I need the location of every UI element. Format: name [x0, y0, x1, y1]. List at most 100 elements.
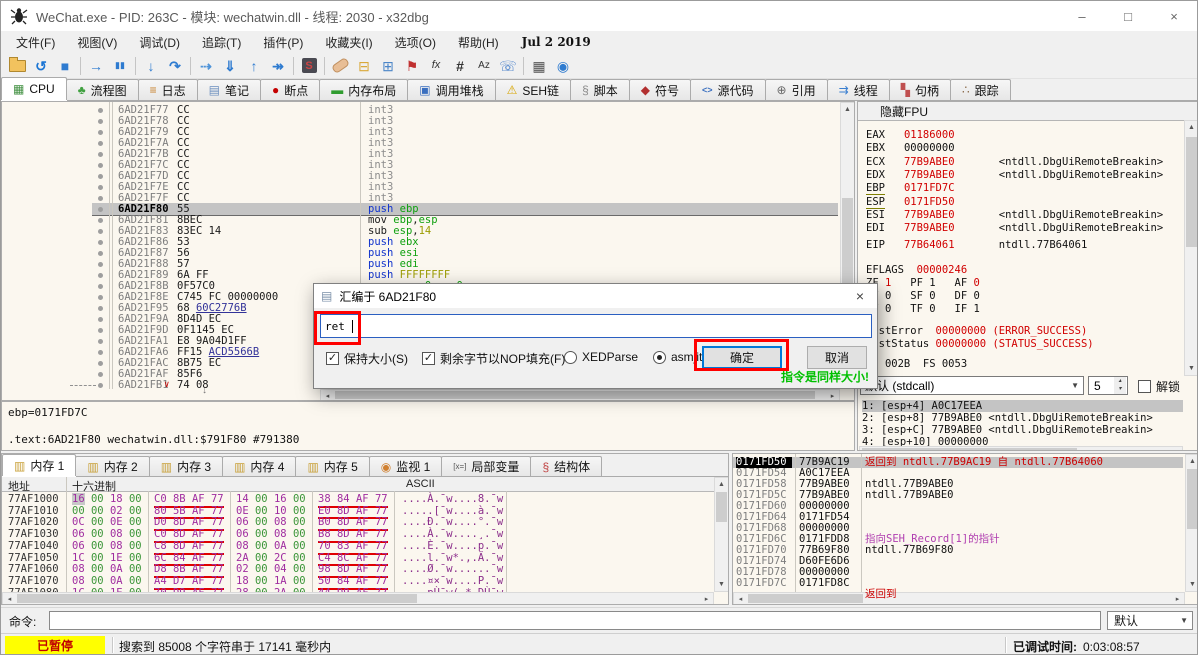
register-line[interactable]: EAX 01186000 — [866, 129, 955, 141]
step-into-icon[interactable]: ↓ — [139, 55, 163, 77]
tab-dump-5[interactable]: ▥内存 5 — [295, 456, 369, 476]
breakpoint-dot[interactable] — [98, 306, 103, 311]
menu-item-3[interactable]: 调试(D) — [128, 31, 191, 54]
breakpoint-dot[interactable] — [98, 328, 103, 333]
tab-dump-3[interactable]: ▥内存 3 — [149, 456, 223, 476]
tab-references[interactable]: ⊕引用 — [765, 79, 828, 100]
tab-locals[interactable]: [x=]局部变量 — [441, 456, 531, 476]
scroll-arrow-icon[interactable]: ▸ — [1171, 593, 1184, 605]
scroll-arrow-icon[interactable]: ▼ — [1186, 578, 1198, 591]
tab-script[interactable]: §脚本 — [570, 79, 630, 100]
minimize-button[interactable]: – — [1059, 1, 1105, 31]
breakpoint-dot[interactable] — [98, 350, 103, 355]
xedparse-radio[interactable]: XEDParse — [564, 350, 638, 364]
tab-dump-4[interactable]: ▥内存 4 — [222, 456, 296, 476]
breakpoint-dot[interactable] — [98, 383, 103, 388]
unlock-checkbox[interactable]: 解锁 — [1138, 378, 1180, 395]
step-over-icon[interactable]: ↷ — [163, 55, 187, 77]
breakpoint-dot[interactable] — [98, 174, 103, 179]
stack-hscroll[interactable]: ◂▸ — [733, 592, 1185, 605]
scroll-arrow-icon[interactable]: ◂ — [321, 390, 334, 401]
register-line[interactable]: ZF 1 PF 1 AF 0 — [866, 277, 980, 289]
close-button[interactable]: × — [1151, 1, 1197, 31]
dialog-close-button[interactable]: × — [843, 284, 877, 308]
execute-till-return-icon[interactable]: ↑ — [242, 55, 266, 77]
breakpoint-dot[interactable] — [98, 284, 103, 289]
register-line[interactable]: ESI 77B9ABE0 <ntdll.DbgUiRemoteBreakin> — [866, 209, 1163, 221]
hide-fpu-button[interactable]: 隐藏FPU — [858, 102, 1198, 121]
stack-row[interactable]: 0171FD7C0171FD8C — [733, 578, 1198, 589]
breakpoint-dot[interactable] — [98, 152, 103, 157]
breakpoint-dot[interactable] — [98, 372, 103, 377]
register-line[interactable]: EDX 77B9ABE0 <ntdll.DbgUiRemoteBreakin> — [866, 169, 1163, 181]
scroll-arrow-icon[interactable]: ▲ — [715, 478, 728, 491]
menu-item-8[interactable]: 帮助(H) — [447, 31, 510, 54]
register-line[interactable]: EFLAGS 00000246 — [866, 264, 967, 276]
command-input[interactable] — [49, 611, 1101, 630]
register-line[interactable]: OF 0 SF 0 DF 0 — [866, 290, 980, 302]
scroll-thumb[interactable] — [1187, 469, 1198, 529]
tab-trace[interactable]: ∴跟踪 — [950, 79, 1011, 100]
open-file-icon[interactable] — [5, 55, 29, 77]
breakpoint-dot[interactable] — [98, 273, 103, 278]
breakpoint-dot[interactable] — [98, 141, 103, 146]
globe-icon[interactable]: ◉ — [551, 55, 575, 77]
menu-item-2[interactable]: 视图(V) — [66, 31, 128, 54]
breakpoint-dot[interactable] — [98, 119, 103, 124]
run-to-user-code-icon[interactable]: ↠ — [266, 55, 290, 77]
stop-icon[interactable]: ■ — [53, 55, 77, 77]
breakpoint-dot[interactable] — [98, 317, 103, 322]
stack-arg-row[interactable]: 2: [esp+8] 77B9ABE0 <ntdll.DbgUiRemoteBr… — [862, 412, 1183, 424]
scroll-thumb[interactable] — [842, 198, 853, 288]
calculator-icon[interactable]: ▦ — [527, 55, 551, 77]
spinner-arrows-icon[interactable]: ▴▾ — [1114, 377, 1126, 394]
stack-arg-row[interactable]: 1: [esp+4] A0C17EEA — [862, 400, 1183, 412]
register-line[interactable]: LastStatus 00000000 (STATUS_SUCCESS) — [866, 338, 1094, 350]
scroll-arrow-icon[interactable]: ▲ — [841, 103, 854, 116]
dump-hscroll[interactable]: ◂▸ — [2, 592, 714, 605]
menu-item-1[interactable]: 文件(F) — [5, 31, 66, 54]
scroll-thumb[interactable] — [862, 448, 1077, 450]
attach-phone-icon[interactable]: ☏ — [496, 55, 520, 77]
scroll-arrow-icon[interactable]: ▲ — [1185, 121, 1198, 134]
breakpoint-dot[interactable] — [98, 185, 103, 190]
scroll-thumb[interactable] — [748, 594, 863, 603]
tab-log[interactable]: ≡日志 — [138, 79, 198, 100]
register-line[interactable]: ECX 77B9ABE0 <ntdll.DbgUiRemoteBreakin> — [866, 156, 1163, 168]
tab-notes[interactable]: ▤笔记 — [197, 79, 261, 100]
scroll-arrow-icon[interactable]: ▸ — [700, 593, 713, 605]
fill-nop-checkbox[interactable]: ✓ 剩余字节以NOP填充(F) — [422, 350, 565, 367]
calling-convention-select[interactable]: 默认 (stdcall) ▼ — [860, 376, 1084, 395]
pause-icon[interactable]: ▮▮ — [108, 55, 132, 77]
tab-dump-2[interactable]: ▥内存 2 — [75, 456, 149, 476]
keep-size-checkbox[interactable]: ✓ 保持大小(S) — [326, 350, 408, 367]
scroll-thumb[interactable] — [1186, 137, 1197, 247]
menu-item-5[interactable]: 插件(P) — [252, 31, 314, 54]
skip-exceptions-icon[interactable]: S — [297, 55, 321, 77]
tab-breakpoints[interactable]: ●断点 — [260, 79, 320, 100]
tab-dump-1[interactable]: ▥内存 1 — [2, 454, 76, 476]
breakpoint-dot[interactable] — [98, 218, 103, 223]
breakpoint-dot[interactable] — [98, 130, 103, 135]
scroll-thumb[interactable] — [17, 594, 417, 603]
run-icon[interactable]: → — [84, 55, 108, 77]
tab-source[interactable]: <>源代码 — [690, 79, 766, 100]
menu-item-7[interactable]: 选项(O) — [384, 31, 447, 54]
tab-struct[interactable]: §结构体 — [530, 456, 602, 476]
breakpoint-dot[interactable] — [98, 163, 103, 168]
breakpoint-dot[interactable] — [98, 240, 103, 245]
dump-vscroll[interactable]: ▲▼ — [714, 477, 729, 592]
register-line[interactable]: LastError 00000000 (ERROR_SUCCESS) — [866, 325, 1087, 337]
menu-item-4[interactable]: 追踪(T) — [191, 31, 252, 54]
stack-arg-row[interactable]: 3: [esp+C] 77B9ABE0 <ntdll.DbgUiRemoteBr… — [862, 424, 1183, 436]
step-into-source-icon[interactable]: ⇓ — [218, 55, 242, 77]
comments-icon[interactable]: ⊟ — [352, 55, 376, 77]
breakpoint-dot[interactable] — [98, 229, 103, 234]
functions-icon[interactable]: fx — [424, 55, 448, 77]
arg-count-spinner[interactable]: 5 ▴▾ — [1088, 376, 1128, 395]
breakpoint-dot[interactable] — [98, 262, 103, 267]
tab-watch-1[interactable]: ◉监视 1 — [369, 456, 443, 476]
tab-handles[interactable]: ▚句柄 — [889, 79, 951, 100]
register-line[interactable]: EIP 77B64061 ntdll.77B64061 — [866, 239, 1087, 251]
menu-item-6[interactable]: 收藏夹(I) — [314, 31, 383, 54]
